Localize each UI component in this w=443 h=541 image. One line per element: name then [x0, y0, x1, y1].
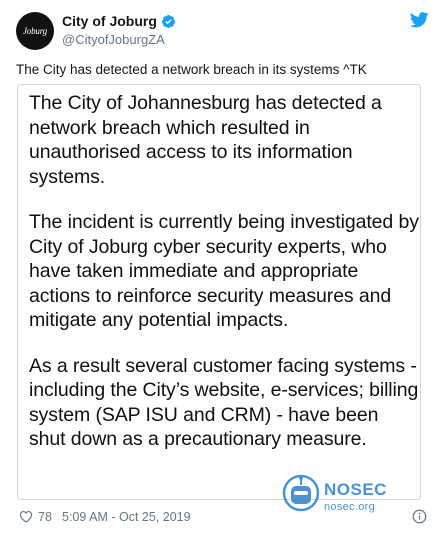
display-name[interactable]: City of Joburg [62, 13, 157, 29]
tweet-image[interactable]: The City of Johannesburg has detected a … [17, 84, 421, 500]
like-count[interactable]: 78 [38, 510, 52, 524]
tweet-image-text: The City of Johannesburg has detected a … [29, 91, 419, 473]
image-paragraph-3: As a result several customer facing syst… [29, 354, 419, 451]
handle[interactable]: @CityofJoburgZA [62, 32, 176, 47]
tweet-footer: 78 5:09 AM - Oct 25, 2019 [0, 508, 443, 528]
image-paragraph-1: The City of Johannesburg has detected a … [29, 92, 382, 188]
image-paragraph-2: The incident is currently being investig… [29, 211, 419, 331]
tweet-text: The City has detected a network breach i… [16, 62, 367, 77]
watermark-brand: NOSEC [324, 480, 387, 499]
tweet-header: Joburg City of Joburg @CityofJoburgZA [0, 0, 443, 56]
account-info[interactable]: City of Joburg @CityofJoburgZA [62, 13, 176, 47]
verified-badge-icon [161, 14, 175, 28]
info-icon[interactable] [412, 509, 427, 524]
avatar[interactable]: Joburg [16, 12, 54, 50]
twitter-bird-icon[interactable] [410, 12, 429, 28]
avatar-logo-text: Joburg [23, 26, 47, 36]
heart-icon[interactable] [19, 510, 33, 523]
timestamp[interactable]: 5:09 AM - Oct 25, 2019 [62, 510, 191, 524]
